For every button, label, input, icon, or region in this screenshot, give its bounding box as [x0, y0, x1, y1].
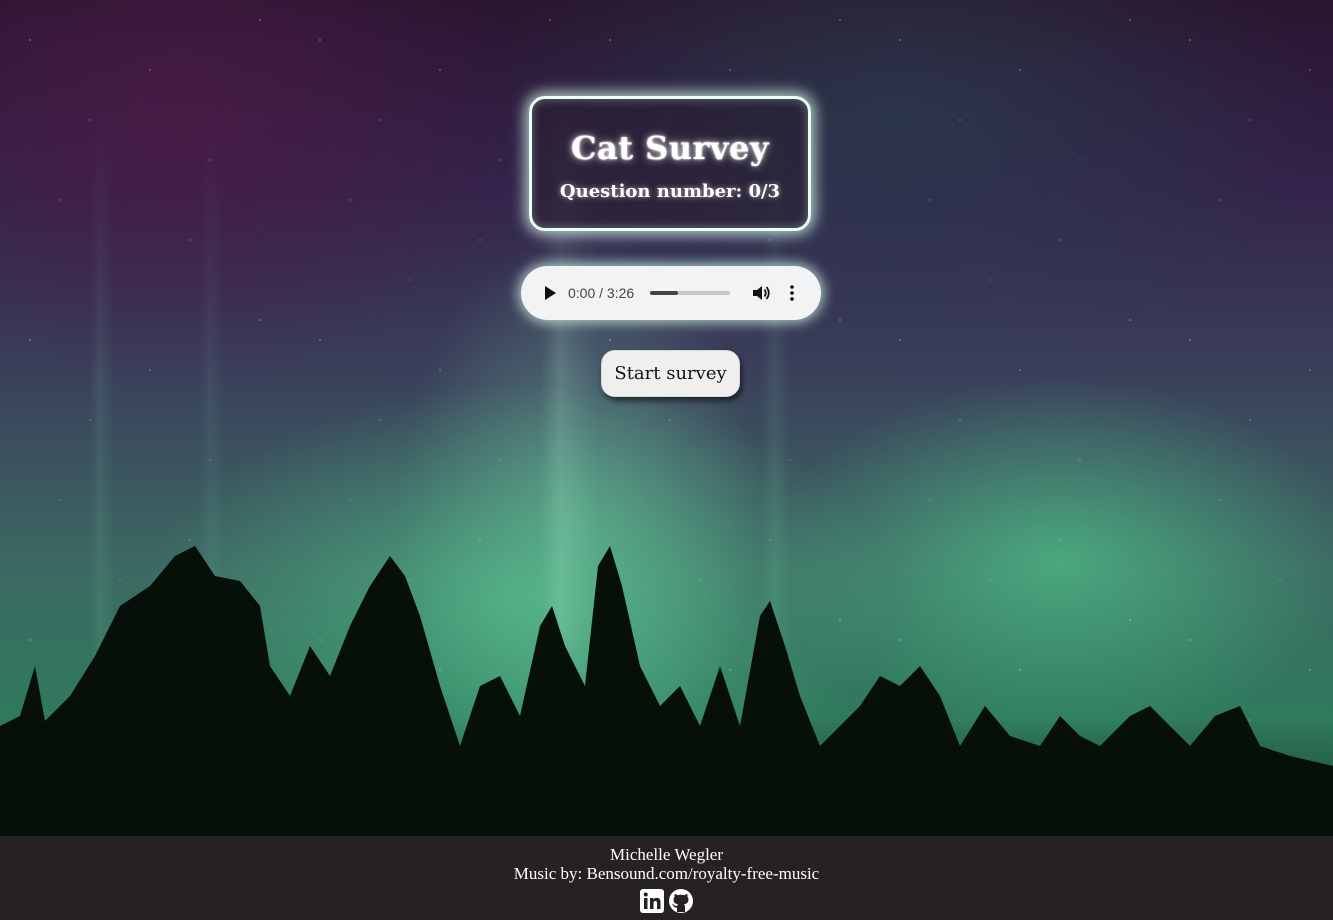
more-options-icon[interactable]: [784, 283, 800, 303]
footer: Michelle Wegler Music by: Bensound.com/r…: [0, 836, 1333, 920]
footer-music-credit: Music by: Bensound.com/royalty-free-musi…: [513, 864, 820, 883]
question-counter: Question number: 0/3: [559, 181, 781, 202]
footer-author: Michelle Wegler: [609, 845, 724, 864]
audio-player: 0:00 / 3:26: [521, 266, 821, 320]
title-card: Cat Survey Question number: 0/3: [529, 96, 811, 231]
background-forest: [0, 546, 1333, 836]
github-icon[interactable]: [668, 888, 694, 914]
audio-time: 0:00 / 3:26: [568, 285, 635, 301]
start-survey-button[interactable]: Start survey: [601, 350, 740, 397]
audio-progress-slider[interactable]: [650, 291, 731, 295]
audio-progress-fill: [650, 291, 679, 295]
volume-icon[interactable]: [752, 283, 772, 303]
linkedin-icon[interactable]: [639, 888, 665, 914]
footer-social-links: [0, 888, 1333, 914]
play-icon[interactable]: [541, 284, 559, 302]
page-title: Cat Survey: [571, 129, 769, 167]
